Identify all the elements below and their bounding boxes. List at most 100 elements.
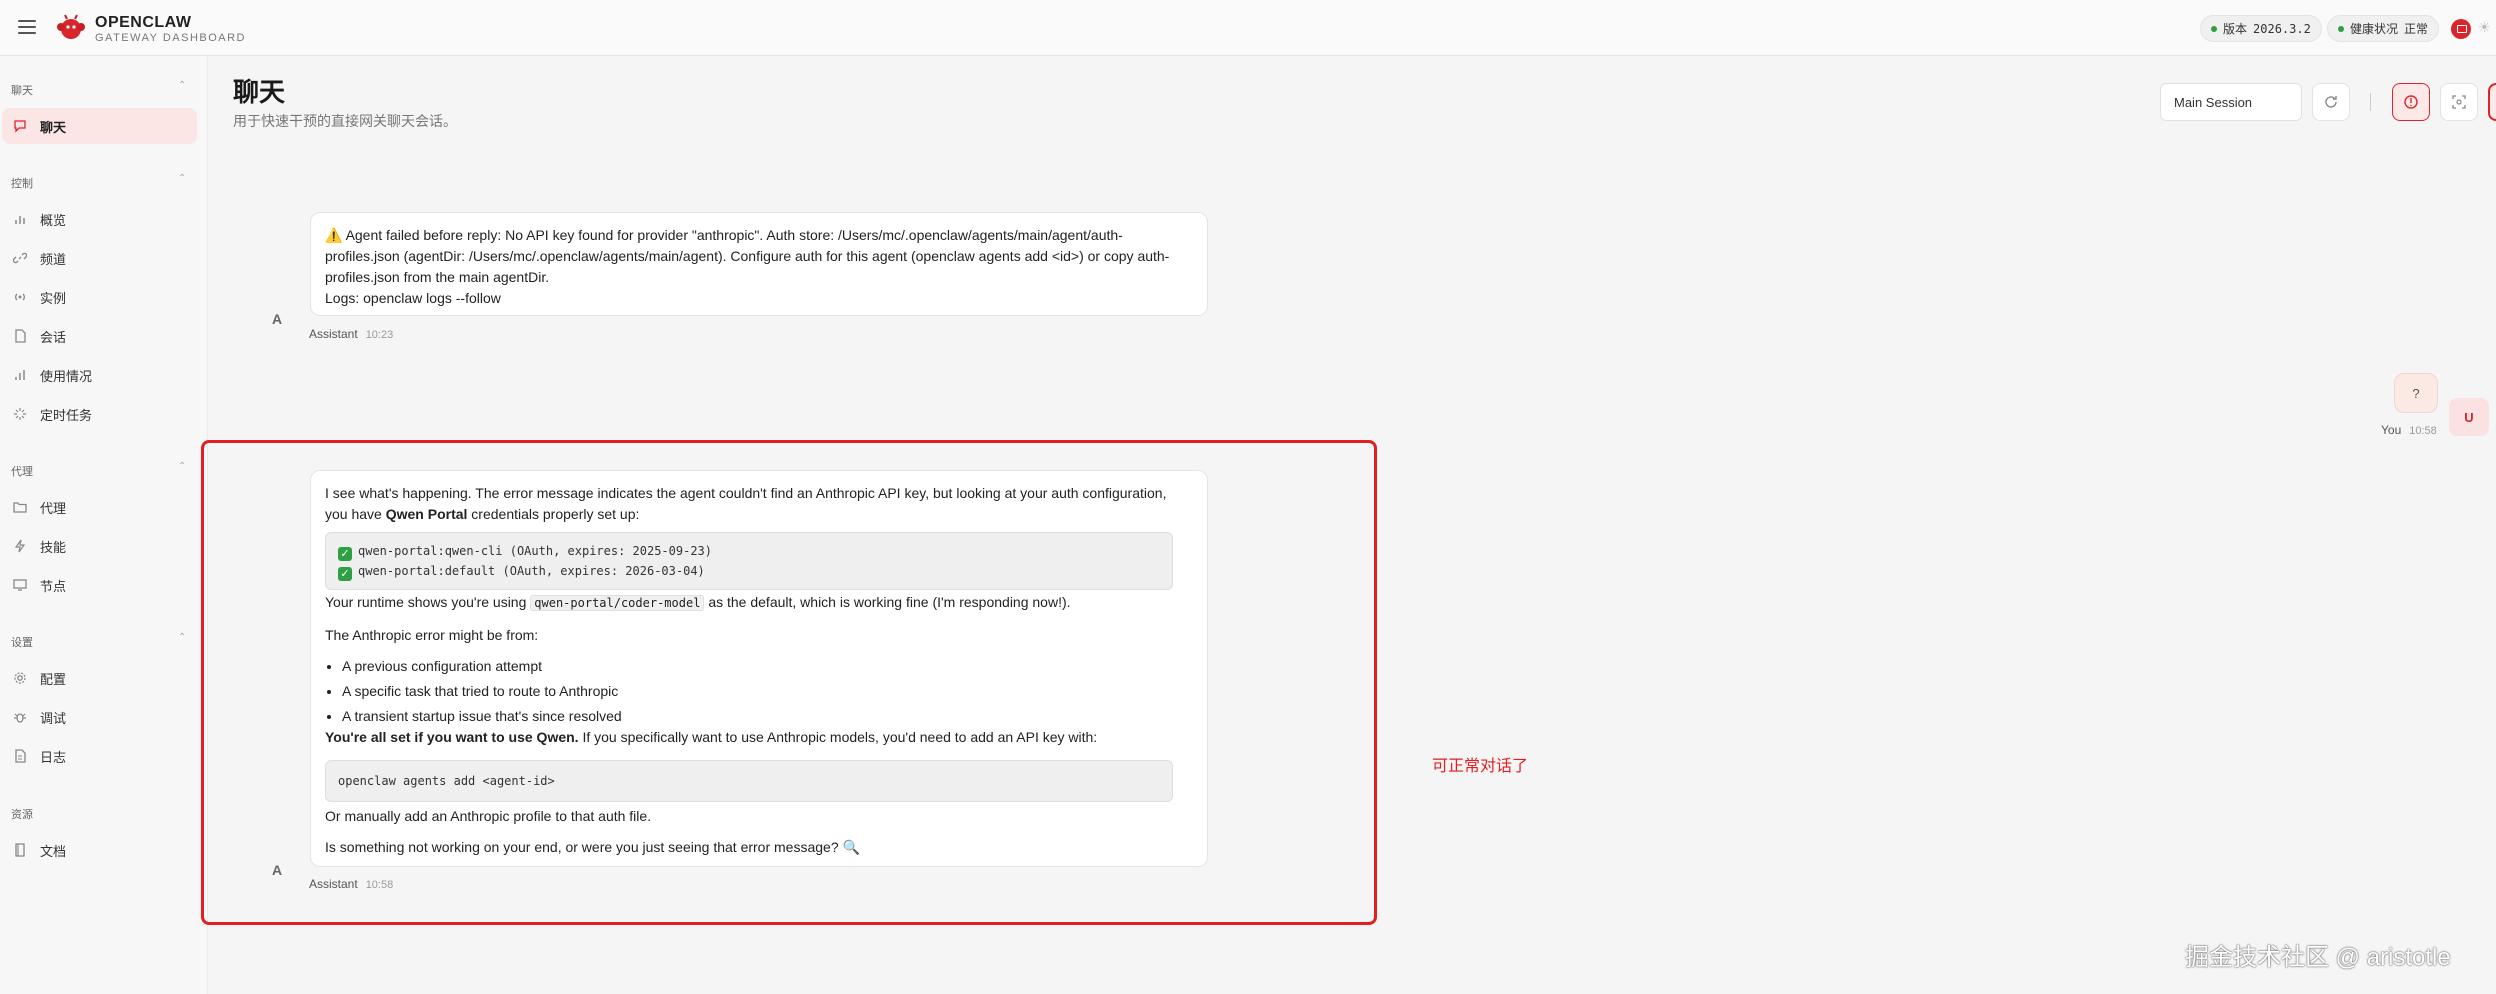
warning-icon: ⚠️ [325,227,343,243]
expand-icon [2452,95,2466,109]
assistant-message-bubble: I see what's happening. The error messag… [310,470,1208,867]
text-span: Your runtime shows you're using [325,594,531,610]
gear-icon [12,670,28,686]
message-text: Or manually add an Anthropic profile to … [325,808,652,824]
refresh-button[interactable] [2312,83,2350,121]
fullscreen-button[interactable] [2440,83,2478,121]
assistant-avatar: A [272,862,283,878]
health-pill: 健康状况 正常 [2327,15,2440,42]
page-subtitle: 用于快速干预的直接网关聊天会话。 [233,113,457,129]
sun-icon[interactable]: ☀ [2478,19,2491,36]
sidebar-item-docs[interactable]: 文档 [2,832,197,868]
sidebar-item-config[interactable]: 配置 [2,660,197,696]
text-span: you have [325,506,386,522]
session-select[interactable]: Main Session [2160,83,2302,121]
user-message-bubble: ? [2394,373,2438,413]
bold-text: You're all set if you want to use Qwen. [325,729,579,745]
sidebar-section-chat: 聊天 [11,85,33,97]
message-time: 10:58 [2409,425,2437,437]
sidebar: 聊天 ⌃ 聊天 控制 ⌃ 概览 频道 实例 会话 使用情况 定时任务 代理 ⌃ … [0,56,208,994]
brain-icon [2404,95,2418,109]
message-meta: You 10:58 [2381,423,2437,437]
code-block: ✓ qwen-portal:qwen-cli (OAuth, expires: 2… [325,532,1173,590]
sidebar-item-label: 日志 [40,749,67,765]
focus-mode-button[interactable] [2392,83,2430,121]
sidebar-item-label: 会话 [40,329,67,345]
message-text: you have Qwen Portal credentials properl… [325,504,1193,525]
sidebar-item-chat[interactable]: 聊天 [2,108,197,144]
bullet-list: A previous configuration attempt A speci… [325,656,1193,727]
status-dot-icon [2338,25,2344,32]
message-text: I see what's happening. The error messag… [325,485,1167,501]
sidebar-item-sessions[interactable]: 会话 [2,318,197,354]
version-pill: 版本 2026.3.2 [2200,15,2322,42]
message-text: Is something not working on your end, or… [325,839,860,855]
sidebar-item-debug[interactable]: 调试 [2,699,197,735]
sidebar-item-instances[interactable]: 实例 [2,279,197,315]
message-text: Logs: openclaw logs --follow [325,290,501,306]
sidebar-item-skills[interactable]: 技能 [2,528,197,564]
refresh-icon [2325,96,2337,108]
sidebar-section-settings: 设置 [11,637,33,649]
sidebar-item-overview[interactable]: 概览 [2,201,197,237]
sidebar-item-label: 文档 [40,843,67,859]
sidebar-item-label: 实例 [40,290,67,306]
page-title: 聊天 [233,77,286,107]
chevron-up-icon[interactable]: ⌃ [178,173,186,184]
message-text: Agent failed before reply: No API key fo… [345,227,1123,243]
sidebar-item-logs[interactable]: 日志 [2,738,197,774]
status-dot-icon [2211,25,2217,32]
chevron-up-icon[interactable]: ⌃ [178,461,186,472]
chevron-up-icon[interactable]: ⌃ [178,80,186,91]
assistant-message-bubble: ⚠️ Agent failed before reply: No API key… [310,212,1208,316]
bug-icon [12,709,28,725]
list-item: A previous configuration attempt [342,656,1193,677]
watermark: 掘金技术社区 @ aristotle [2185,944,2451,971]
message-sender: You [2381,423,2402,437]
sidebar-item-channels[interactable]: 频道 [2,240,197,276]
chat-icon [12,118,28,134]
version-value: 2026.3.2 [2253,21,2311,36]
sidebar-item-usage[interactable]: 使用情况 [2,357,197,393]
text-span: as the default, which is working fine (I… [704,594,1071,610]
bar-chart-icon [12,211,28,227]
link-icon [12,250,28,266]
toolbar-button-cut[interactable] [2488,83,2496,121]
chevron-up-icon[interactable]: ⌃ [178,632,186,643]
file-text-icon [12,748,28,764]
message-sender: Assistant [309,877,358,891]
text-span: credentials properly set up: [467,506,640,522]
folder-icon [12,499,28,515]
sidebar-item-label: 代理 [40,500,67,516]
sidebar-section-control: 控制 [11,178,33,190]
sidebar-item-cron[interactable]: 定时任务 [2,396,197,432]
message-text: The Anthropic error might be from: [325,627,539,643]
top-bar: OPENCLAW GATEWAY DASHBOARD 版本 2026.3.2 健… [0,0,2496,56]
check-icon: ✓ [338,547,352,561]
brand-subtitle: GATEWAY DASHBOARD [95,32,247,44]
message-text: You're all set if you want to use Qwen. … [325,727,1193,748]
book-icon [12,842,28,858]
bolt-icon [12,538,28,554]
sidebar-item-agents[interactable]: 代理 [2,489,197,525]
health-label: 健康状况 [2350,22,2399,36]
toolbar-divider [2370,93,2371,111]
message-text: profiles.json (agentDir: /Users/mc/.open… [325,248,1170,264]
openclaw-logo-icon [57,14,85,39]
check-icon: ✓ [338,567,352,581]
message-text: profiles.json from the main agentDir. [325,269,550,285]
menu-icon[interactable] [18,20,36,34]
document-icon [12,328,28,344]
sidebar-section-resources: 资源 [11,809,33,821]
text-span: If you specifically want to use Anthropi… [578,729,1098,745]
list-item: A transient startup issue that's since r… [342,706,1193,727]
list-item: A specific task that tried to route to A… [342,681,1193,702]
monitor-icon[interactable] [2451,19,2471,39]
message-time: 10:58 [365,879,394,891]
code-line: qwen-portal:default (OAuth, expires: 202… [358,564,705,578]
health-value: 正常 [2404,22,2429,36]
message-sender: Assistant [309,327,358,341]
sidebar-item-nodes[interactable]: 节点 [2,567,197,603]
annotation-text: 可正常对话了 [1432,758,1529,775]
monitor-icon [12,577,28,593]
